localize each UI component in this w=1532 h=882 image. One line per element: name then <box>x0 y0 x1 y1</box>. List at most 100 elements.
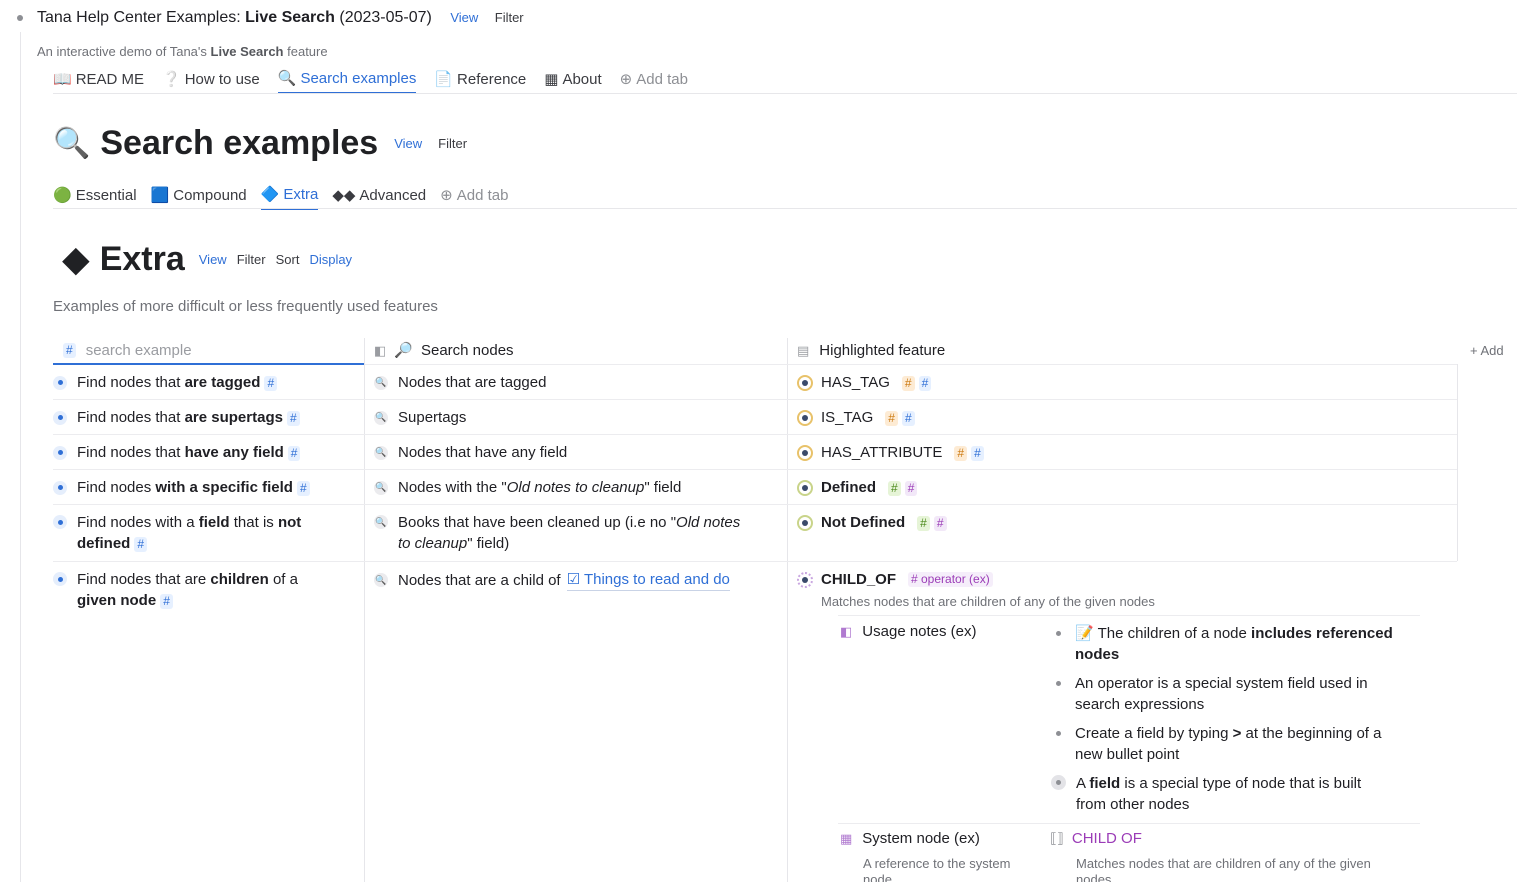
tab-how-to-use[interactable]: ❔ How to use <box>162 64 260 94</box>
column-header-search-nodes[interactable]: ◧ 🔎 Search nodes <box>374 340 514 361</box>
tag-hash[interactable]: # <box>917 516 930 531</box>
search-node-cell[interactable]: 🔍 Supertags <box>374 407 466 428</box>
feature-cell[interactable]: Defined # # <box>797 477 918 498</box>
tag-hash[interactable]: # <box>264 376 278 391</box>
search-examples-header: 🔍 Search examples View Filter <box>53 124 467 163</box>
cell-text: Find nodes with a <box>77 514 199 531</box>
node-bullet[interactable] <box>53 480 67 495</box>
question-icon: ❔ <box>162 71 181 88</box>
node-bullet[interactable] <box>53 572 67 586</box>
feature-cell[interactable]: HAS_TAG # # <box>797 372 932 393</box>
search-example-input[interactable]: # search example <box>53 338 364 365</box>
column-label: Search nodes <box>420 342 514 359</box>
view-button[interactable]: View <box>199 252 227 267</box>
search-node-icon: 🔍 <box>374 515 388 529</box>
add-tab-button[interactable]: ⊕ Add tab <box>440 180 508 210</box>
node-bullet[interactable] <box>53 515 67 529</box>
feature-cell[interactable]: Not Defined # # <box>797 512 947 533</box>
system-node-reference[interactable]: ⟦⟧ CHILD OF <box>1050 830 1142 847</box>
title-bold: Live Search <box>245 9 335 26</box>
tag-hash[interactable]: # <box>904 481 918 496</box>
view-button[interactable]: View <box>394 136 422 151</box>
search-node-cell[interactable]: 🔍 Books that have been cleaned up (i.e no… <box>374 512 779 554</box>
list-item[interactable]: An operator is a special system field us… <box>1056 673 1426 715</box>
note-text: Create a field by typing <box>1075 725 1233 742</box>
column-placeholder: search example <box>85 342 192 359</box>
column-divider <box>364 338 365 882</box>
tab-about[interactable]: ▦ About <box>544 64 601 94</box>
cell-text: Find nodes that are <box>77 571 211 588</box>
search-node-cell[interactable]: 🔍 Nodes that have any field <box>374 442 567 463</box>
tag-hash[interactable]: # <box>885 411 898 426</box>
tab-advanced[interactable]: ◆◆ Advanced <box>332 180 426 210</box>
tag-hash[interactable]: # <box>954 446 968 461</box>
title-prefix: Tana Help Center Examples: <box>37 9 246 26</box>
table-row[interactable]: Find nodes with a specific field # <box>53 477 310 498</box>
cell-text: HAS_ATTRIBUTE <box>821 444 943 461</box>
tag-hash[interactable]: # <box>933 516 947 531</box>
feature-cell[interactable]: IS_TAG # # <box>797 407 915 428</box>
list-item[interactable]: 📝 The children of a node includes refere… <box>1056 623 1426 665</box>
row-divider <box>53 434 1457 435</box>
search-node-cell[interactable]: 🔍 Nodes that are tagged <box>374 372 546 393</box>
tab-read-me[interactable]: 📖 READ ME <box>53 64 144 94</box>
row-divider <box>365 364 1457 365</box>
tab-essential[interactable]: 🟢 Essential <box>53 180 137 210</box>
tag-hash[interactable]: # <box>888 481 901 496</box>
tag-hash[interactable]: # <box>160 594 173 609</box>
tag-hash[interactable]: # <box>901 411 915 426</box>
tag-hash[interactable]: # <box>287 446 301 461</box>
add-column-button[interactable]: + Add <box>1470 340 1504 361</box>
filter-button[interactable]: Filter <box>237 252 266 267</box>
column-header-highlighted-feature[interactable]: ▤ Highlighted feature <box>797 340 945 361</box>
tag-hash[interactable]: # <box>296 481 310 496</box>
system-node-description: Matches nodes that are children of any o… <box>1076 856 1371 882</box>
display-button[interactable]: Display <box>309 252 352 267</box>
hash-icon: # <box>63 343 76 358</box>
description-text: A reference to the system <box>863 856 1011 871</box>
reference-link[interactable]: ☑ Things to read and do <box>566 569 730 591</box>
list-item[interactable]: A field is a special type of node that i… <box>1051 773 1426 815</box>
cell-text: of a <box>268 571 298 588</box>
search-node-icon: 🔍 <box>374 445 388 460</box>
tab-reference[interactable]: 📄 Reference <box>434 64 526 94</box>
cell-text-bold: defined <box>77 535 131 552</box>
table-row[interactable]: Find nodes that are supertags # <box>53 407 300 428</box>
add-tab-button[interactable]: ⊕ Add tab <box>620 64 688 94</box>
collapsed-bullet[interactable] <box>1051 775 1066 790</box>
cell-text: Find nodes that <box>77 374 185 391</box>
node-bullet[interactable] <box>53 375 67 390</box>
table-row[interactable]: Find nodes with a field that is not defin… <box>53 512 353 554</box>
table-row[interactable]: Find nodes that are tagged # <box>53 372 278 393</box>
feature-cell[interactable]: CHILD_OF # operator (ex) <box>797 569 993 590</box>
tab-extra[interactable]: 🔷 Extra <box>260 180 319 210</box>
feature-cell[interactable]: HAS_ATTRIBUTE # # <box>797 442 984 463</box>
operator-tag[interactable]: # operator (ex) <box>908 572 993 587</box>
tag-hash[interactable]: # <box>918 376 932 391</box>
node-bullet[interactable] <box>53 410 67 425</box>
table-row[interactable]: Find nodes that are children of a given n… <box>53 569 353 611</box>
filter-button[interactable]: Filter <box>438 136 467 151</box>
row-divider <box>838 615 1420 616</box>
tab-compound[interactable]: 🟦 Compound <box>151 180 247 210</box>
tag-hash[interactable]: # <box>971 446 984 461</box>
root-bullet[interactable] <box>17 15 23 21</box>
list-item[interactable]: Create a field by typing > at the beginn… <box>1056 723 1426 765</box>
view-button[interactable]: View <box>450 10 478 25</box>
cell-text-italic: to cleanup <box>398 535 468 552</box>
system-node-icon <box>797 479 813 496</box>
sort-button[interactable]: Sort <box>276 252 300 267</box>
magnifier-icon: 🔍 <box>277 70 297 87</box>
usage-notes-field[interactable]: ◧ Usage notes (ex) <box>840 623 977 640</box>
tag-hash[interactable]: # <box>134 537 148 552</box>
search-node-cell[interactable]: 🔍 Nodes that are a child of ☑ Things to r… <box>374 569 730 591</box>
tag-hash[interactable]: # <box>286 411 300 426</box>
cell-text: IS_TAG <box>821 409 874 426</box>
filter-button[interactable]: Filter <box>495 10 524 25</box>
node-bullet[interactable] <box>53 445 67 460</box>
tab-search-examples[interactable]: 🔍 Search examples <box>277 64 417 94</box>
system-node-field[interactable]: ▦ System node (ex) <box>840 830 980 847</box>
tag-hash[interactable]: # <box>901 376 915 391</box>
search-node-cell[interactable]: 🔍 Nodes with the "Old notes to cleanup" f… <box>374 477 681 498</box>
table-row[interactable]: Find nodes that have any field # <box>53 442 301 463</box>
